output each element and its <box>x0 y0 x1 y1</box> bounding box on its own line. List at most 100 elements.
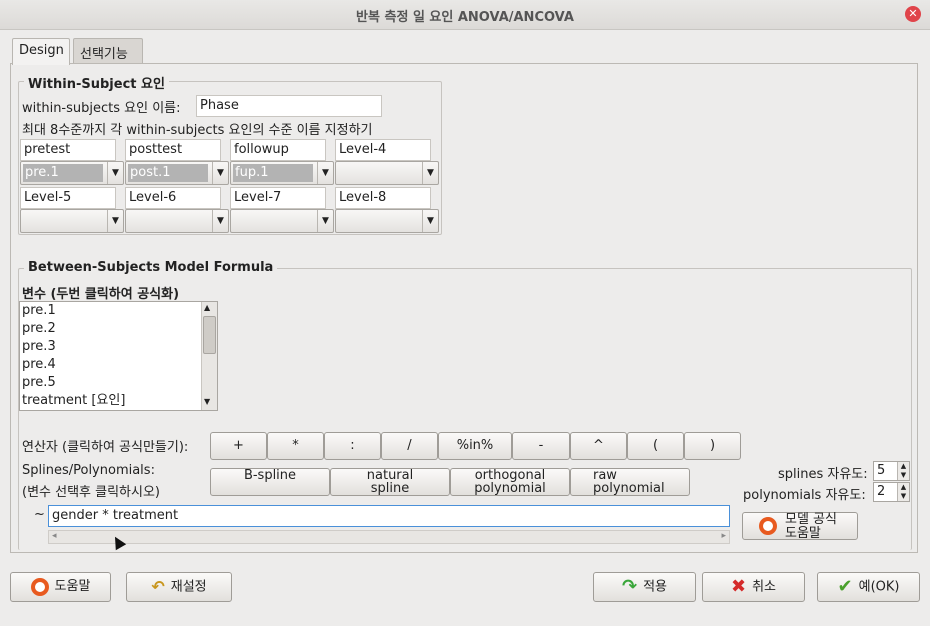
scroll-right-icon[interactable]: ▸ <box>721 531 726 541</box>
variables-label: 변수 (두번 클릭하여 공식화) <box>22 287 180 302</box>
operator-lparen-button[interactable]: ( <box>627 432 684 460</box>
chevron-down-icon: ▼ <box>317 162 333 184</box>
ok-button[interactable]: ✔ 예(OK) <box>817 572 920 602</box>
apply-label: 적용 <box>643 579 667 595</box>
variables-list[interactable]: pre.1 pre.2 pre.3 pre.4 pre.5 treatment … <box>19 301 218 411</box>
splines-label: Splines/Polynomials: <box>22 463 155 478</box>
list-item[interactable]: pre.4 <box>20 356 217 374</box>
level-name-input-3[interactable]: followup <box>230 139 326 161</box>
combo-value <box>233 212 313 230</box>
help-label: 도움말 <box>54 579 91 594</box>
chevron-down-icon: ▼ <box>422 210 438 232</box>
level-name-input-1[interactable]: pretest <box>20 139 116 161</box>
level-name-input-8[interactable]: Level-8 <box>335 187 431 209</box>
scroll-thumb[interactable] <box>203 316 216 354</box>
variables-scrollbar[interactable]: ▲ ▼ <box>201 302 217 410</box>
b-spline-label: B-spline <box>243 468 297 483</box>
splines-hint: (변수 선택후 클릭하시오) <box>22 485 161 500</box>
within-group-title: Within-Subject 요인 <box>24 73 169 92</box>
checkmark-icon: ✔ <box>837 576 853 597</box>
operator-colon-button[interactable]: : <box>324 432 381 460</box>
undo-arrow-icon: ↶ <box>151 577 165 596</box>
splines-df-label: splines 자유도: <box>778 467 868 482</box>
level-name-input-6[interactable]: Level-6 <box>125 187 221 209</box>
level-variable-combo-5[interactable]: ▼ <box>20 209 124 233</box>
splines-df-spinner[interactable]: 5 ▲ ▼ <box>873 461 910 481</box>
list-item[interactable]: pre.2 <box>20 320 217 338</box>
level-name-input-7[interactable]: Level-7 <box>230 187 326 209</box>
level-variable-combo-2[interactable]: post.1 ▼ <box>125 161 229 185</box>
raw-polynomial-label-2: polynomial <box>593 481 665 496</box>
spinner-arrows-icon[interactable]: ▲ ▼ <box>897 462 909 480</box>
lifebuoy-icon <box>759 517 777 535</box>
level-variable-combo-8[interactable]: ▼ <box>335 209 439 233</box>
natural-spline-button[interactable]: natural spline <box>330 468 450 496</box>
combo-value <box>338 164 418 182</box>
list-item[interactable]: pre.3 <box>20 338 217 356</box>
operator-power-button[interactable]: ^ <box>570 432 627 460</box>
redo-arrow-icon: ↷ <box>621 576 638 597</box>
operator-minus-button[interactable]: - <box>512 432 570 460</box>
cancel-button[interactable]: ✖ 취소 <box>702 572 805 602</box>
operators-label: 연산자 (클릭하여 공식만들기): <box>22 440 189 455</box>
natural-spline-label-2: spline <box>370 481 410 496</box>
combo-value <box>128 212 208 230</box>
cancel-label: 취소 <box>752 579 776 595</box>
level-name-input-5[interactable]: Level-5 <box>20 187 116 209</box>
operator-plus-button[interactable]: + <box>210 432 267 460</box>
scroll-up-icon[interactable]: ▲ <box>204 303 210 312</box>
tab-options[interactable]: 선택기능 <box>73 38 143 64</box>
formula-input[interactable]: gender * treatment <box>48 505 730 527</box>
operator-in-button[interactable]: %in% <box>438 432 512 460</box>
factor-name-input[interactable]: Phase <box>196 95 382 117</box>
level-variable-combo-3[interactable]: fup.1 ▼ <box>230 161 334 185</box>
lifebuoy-icon <box>30 577 49 596</box>
operator-rparen-button[interactable]: ) <box>684 432 741 460</box>
combo-value: fup.1 <box>233 164 313 182</box>
level-name-input-4[interactable]: Level-4 <box>335 139 431 161</box>
window-title: 반복 측정 일 요인 ANOVA/ANCOVA <box>356 10 574 25</box>
raw-polynomial-button[interactable]: raw polynomial <box>570 468 690 496</box>
operator-slash-button[interactable]: / <box>381 432 438 460</box>
level-variable-combo-4[interactable]: ▼ <box>335 161 439 185</box>
poly-df-label: polynomials 자유도: <box>743 488 866 503</box>
scroll-left-icon[interactable]: ◂ <box>52 531 57 541</box>
chevron-down-icon: ▼ <box>422 162 438 184</box>
factor-name-label: within-subjects 요인 이름: <box>22 101 181 116</box>
model-help-label-2: 도움말 <box>785 526 821 541</box>
splines-df-value: 5 <box>877 463 886 478</box>
combo-value: pre.1 <box>23 164 103 182</box>
scroll-down-icon[interactable]: ▼ <box>204 397 210 406</box>
b-spline-button[interactable]: B-spline <box>210 468 330 496</box>
between-group-title: Between-Subjects Model Formula <box>24 260 278 275</box>
list-item[interactable]: pre.5 <box>20 374 217 392</box>
apply-button[interactable]: ↷ 적용 <box>593 572 696 602</box>
combo-value: post.1 <box>128 164 208 182</box>
cancel-x-icon: ✖ <box>730 576 747 597</box>
model-help-label-1: 모델 공식 <box>785 512 837 527</box>
spinner-arrows-icon[interactable]: ▲ ▼ <box>897 483 909 501</box>
level-name-input-2[interactable]: posttest <box>125 139 221 161</box>
tilde-label: ~ <box>34 507 45 522</box>
tab-design[interactable]: Design <box>12 38 70 65</box>
model-formula-help-button[interactable]: 모델 공식 도움말 <box>742 512 858 540</box>
levels-hint: 최대 8수준까지 각 within-subjects 요인의 수준 이름 지정하… <box>22 123 373 138</box>
chevron-down-icon: ▼ <box>107 162 123 184</box>
chevron-down-icon: ▼ <box>212 210 228 232</box>
level-variable-combo-1[interactable]: pre.1 ▼ <box>20 161 124 185</box>
chevron-down-icon: ▼ <box>212 162 228 184</box>
chevron-down-icon: ▼ <box>317 210 333 232</box>
level-variable-combo-7[interactable]: ▼ <box>230 209 334 233</box>
reset-button[interactable]: ↶ 재설정 <box>126 572 232 602</box>
help-button[interactable]: 도움말 <box>10 572 111 602</box>
level-variable-combo-6[interactable]: ▼ <box>125 209 229 233</box>
close-icon[interactable]: ✕ <box>905 6 921 22</box>
combo-value <box>338 212 418 230</box>
chevron-down-icon: ▼ <box>107 210 123 232</box>
list-item[interactable]: pre.1 <box>20 302 217 320</box>
poly-df-spinner[interactable]: 2 ▲ ▼ <box>873 482 910 502</box>
list-item[interactable]: treatment [요인] <box>20 392 217 410</box>
operator-times-button[interactable]: * <box>267 432 324 460</box>
orthogonal-polynomial-button[interactable]: orthogonal polynomial <box>450 468 570 496</box>
formula-hscrollbar[interactable]: ◂ ▸ <box>48 530 730 544</box>
